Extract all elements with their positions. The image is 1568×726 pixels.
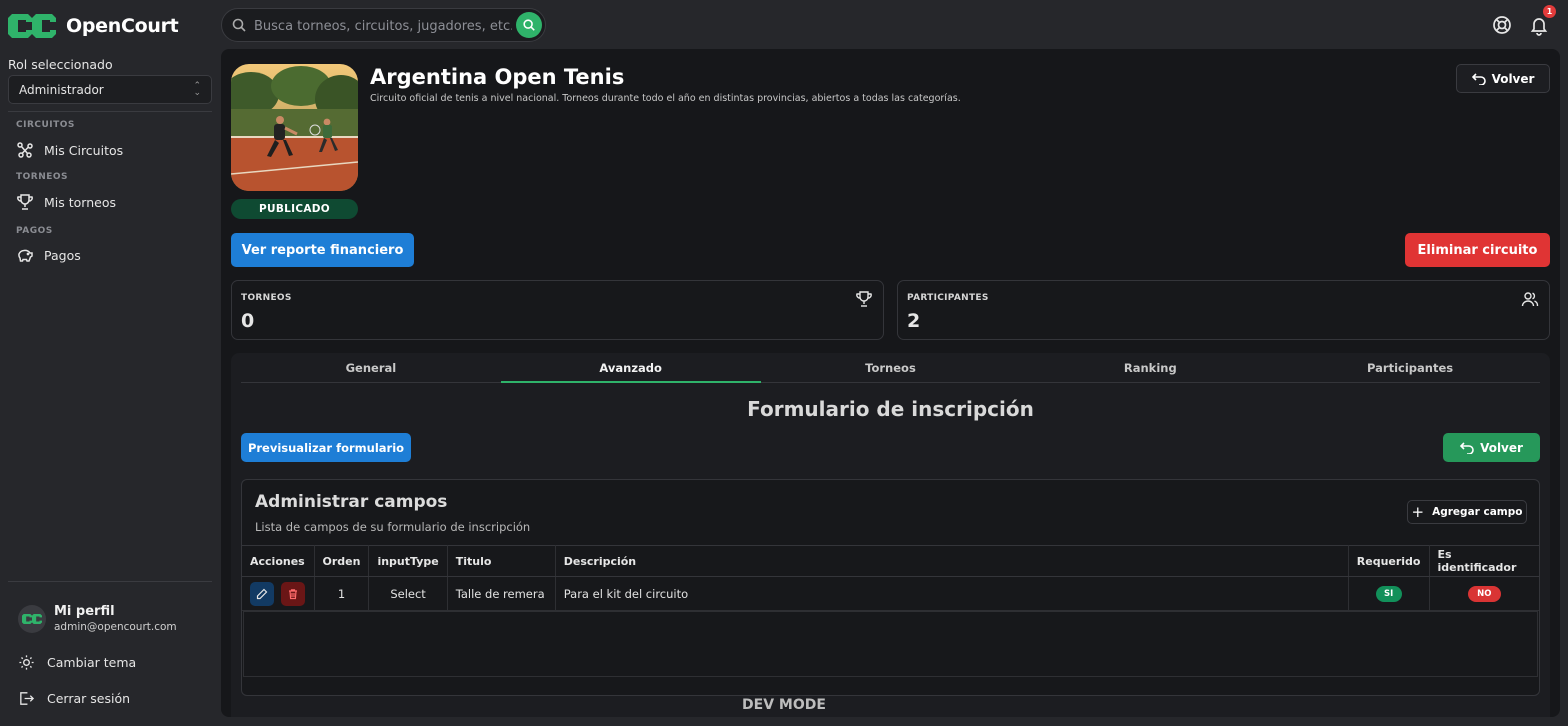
sidebar-divider <box>8 581 212 582</box>
tab-torneos[interactable]: Torneos <box>761 353 1021 382</box>
search-icon <box>523 19 535 31</box>
add-field-button[interactable]: + Agregar campo <box>1407 500 1527 524</box>
preview-form-button[interactable]: Previsualizar formulario <box>241 433 411 462</box>
fields-subtitle: Lista de campos de su formulario de insc… <box>255 520 531 534</box>
opencourt-logo-icon <box>22 613 42 624</box>
column-header: Orden <box>314 545 370 577</box>
sidebar-section-torneos: TORNEOS <box>16 172 69 182</box>
form-title: Formulario de inscripción <box>747 397 1034 421</box>
role-label: Rol seleccionado <box>8 57 113 72</box>
circuit-nodes-icon <box>17 142 33 158</box>
undo-arrow-icon <box>1460 441 1474 454</box>
column-header: Titulo <box>447 545 556 577</box>
trash-icon <box>289 588 297 599</box>
stat-label: PARTICIPANTES <box>907 293 989 303</box>
stat-label: TORNEOS <box>241 293 292 303</box>
sidebar-item-mis-torneos[interactable]: Mis torneos <box>16 193 116 211</box>
search-icon <box>232 18 246 32</box>
undo-arrow-icon <box>1471 72 1486 85</box>
stat-value: 0 <box>241 310 255 332</box>
add-field-label: Agregar campo <box>1432 506 1523 518</box>
sidebar-section-pagos: PAGOS <box>16 226 53 236</box>
fields-table: Acciones Orden inputType Titulo Descripc… <box>242 545 1539 611</box>
role-select[interactable]: Administrador ⌃ ⌄ <box>8 75 212 104</box>
profile-email: admin@opencourt.com <box>54 621 177 633</box>
app-logo[interactable]: OpenCourt <box>8 10 179 42</box>
piggy-bank-icon <box>18 249 33 262</box>
cell-identificador: NO <box>1429 576 1539 611</box>
financial-report-button[interactable]: Ver reporte financiero <box>231 233 414 267</box>
circuit-cover-image <box>231 64 358 191</box>
global-search[interactable] <box>221 8 546 42</box>
tab-bar: General Avanzado Torneos Ranking Partici… <box>241 353 1540 383</box>
select-chevron-icon: ⌃ ⌄ <box>193 81 201 98</box>
cell-titulo: Talle de remera <box>447 576 556 611</box>
circuit-description: Circuito oficial de tenis a nivel nacion… <box>370 93 961 104</box>
identifier-badge: NO <box>1467 586 1501 602</box>
search-input[interactable] <box>254 15 512 37</box>
cell-requerido: SI <box>1348 576 1430 611</box>
trophy-icon <box>856 291 872 307</box>
status-badge: PUBLICADO <box>231 199 358 219</box>
fields-title: Administrar campos <box>255 492 448 512</box>
column-header: Acciones <box>242 545 315 577</box>
change-theme-label: Cambiar tema <box>47 655 137 670</box>
sidebar-item-label: Mis torneos <box>44 194 116 210</box>
back-button-label: Volver <box>1491 71 1535 86</box>
actions-cell <box>242 576 315 611</box>
opencourt-logo-icon <box>8 14 56 38</box>
stat-value: 2 <box>907 310 921 332</box>
form-back-label: Volver <box>1480 440 1523 455</box>
column-header: Requerido <box>1348 545 1430 577</box>
delete-field-button[interactable] <box>281 581 305 606</box>
cell-orden: 1 <box>314 576 370 611</box>
form-back-button[interactable]: Volver <box>1443 433 1540 462</box>
sidebar-item-pagos[interactable]: Pagos <box>16 246 81 264</box>
notification-badge: 1 <box>1543 5 1556 18</box>
cell-input-type: Select <box>368 576 448 611</box>
table-empty-area <box>243 611 1538 677</box>
tab-avanzado[interactable]: Avanzado <box>500 353 761 383</box>
required-badge: SI <box>1375 586 1402 602</box>
table-header-row: Acciones Orden inputType Titulo Descripc… <box>242 545 1539 577</box>
plus-icon: + <box>1411 503 1425 521</box>
role-select-value: Administrador <box>19 82 104 97</box>
sidebar-divider <box>8 111 212 112</box>
column-header: Descripción <box>555 545 1349 577</box>
stat-card-participantes: PARTICIPANTES 2 <box>897 280 1550 340</box>
stat-card-torneos: TORNEOS 0 <box>231 280 884 340</box>
sidebar-item-mis-circuitos[interactable]: Mis Circuitos <box>16 141 123 159</box>
sidebar-item-label: Pagos <box>44 247 81 263</box>
profile-menu[interactable]: Mi perfil admin@opencourt.com <box>18 604 177 633</box>
sidebar-item-label: Mis Circuitos <box>44 142 124 158</box>
column-header: inputType <box>368 545 448 577</box>
help-lifebuoy-icon[interactable] <box>1492 15 1512 35</box>
sidebar-section-circuitos: CIRCUITOS <box>16 120 75 130</box>
main-content: PUBLICADO Argentina Open Tenis Circuito … <box>221 49 1560 717</box>
avatar <box>18 604 46 633</box>
edit-field-button[interactable] <box>250 581 274 606</box>
pencil-icon <box>256 588 268 599</box>
circuit-detail-panel: General Avanzado Torneos Ranking Partici… <box>231 353 1550 717</box>
circuit-title: Argentina Open Tenis <box>370 65 625 89</box>
cell-descripcion: Para el kit del circuito <box>555 576 1349 611</box>
app-name: OpenCourt <box>66 15 179 37</box>
top-bar: OpenCourt 1 <box>0 0 1568 50</box>
tab-participantes[interactable]: Participantes <box>1280 353 1540 382</box>
dev-mode-label: DEV MODE <box>742 697 826 713</box>
column-header: Es identificador <box>1429 545 1539 577</box>
trophy-icon <box>17 194 33 210</box>
search-button[interactable] <box>516 12 542 38</box>
tab-general[interactable]: General <box>241 353 501 382</box>
tab-ranking[interactable]: Ranking <box>1020 353 1280 382</box>
sun-icon <box>19 655 34 670</box>
delete-circuit-button[interactable]: Eliminar circuito <box>1405 233 1550 267</box>
sidebar: Rol seleccionado Administrador ⌃ ⌄ CIRCUI… <box>0 50 220 726</box>
fields-card: Administrar campos Lista de campos de su… <box>241 479 1540 696</box>
profile-name: Mi perfil <box>54 604 115 619</box>
back-button[interactable]: Volver <box>1456 64 1550 93</box>
change-theme-button[interactable]: Cambiar tema <box>18 654 136 671</box>
table-row: 1 Select Talle de remera Para el kit del… <box>242 576 1539 611</box>
users-icon <box>1521 292 1539 307</box>
